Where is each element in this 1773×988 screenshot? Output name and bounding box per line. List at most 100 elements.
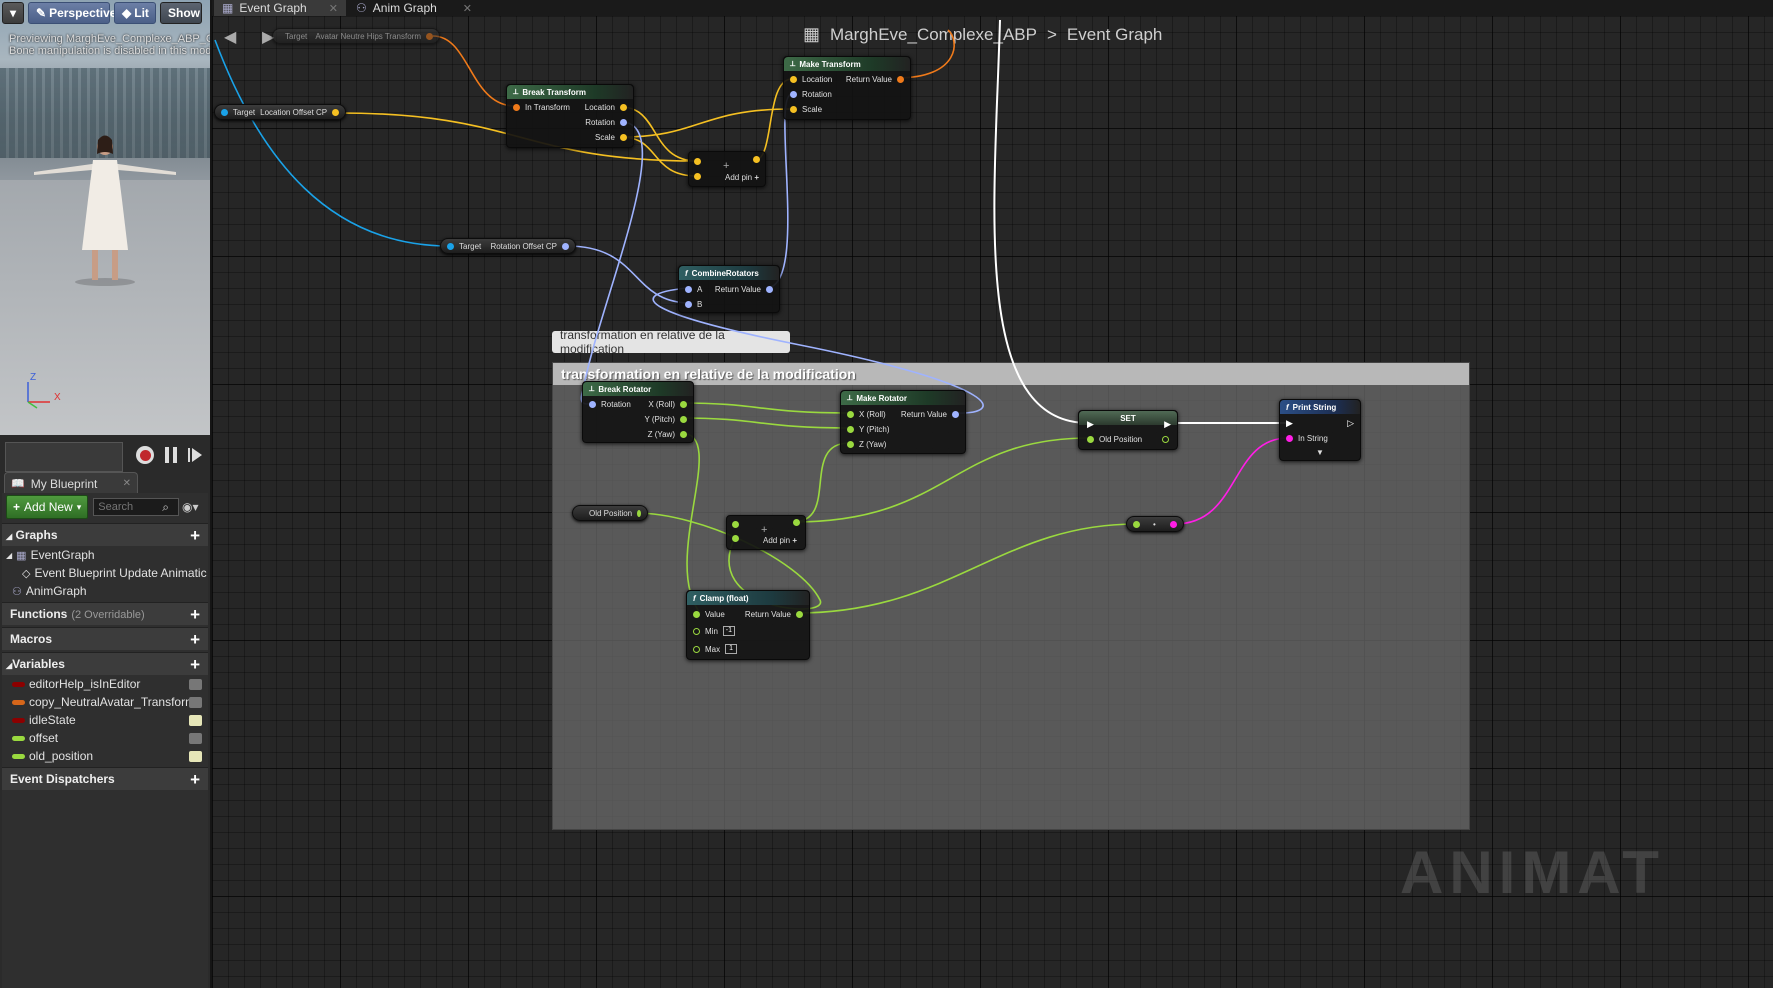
var-node-avatar-hips[interactable]: Target Avatar Neutre Hips Transform	[272, 28, 440, 44]
perspective-button[interactable]: ✎ Perspective	[28, 2, 116, 24]
min-value-input[interactable]: -1	[722, 626, 735, 636]
add-graph-button[interactable]: +	[190, 527, 200, 544]
visibility-eye-icon[interactable]	[189, 696, 202, 708]
pin-in-string[interactable]: In String	[1286, 434, 1328, 443]
event-dispatchers-section-header[interactable]: Event Dispatchers +	[2, 767, 208, 790]
variable-item[interactable]: copy_NeutralAvatar_Transform	[2, 693, 208, 711]
tab-my-blueprint[interactable]: 📖 My Blueprint ✕	[4, 472, 138, 494]
graphs-section-header[interactable]: ◢ Graphs +	[2, 523, 208, 546]
add-macro-button[interactable]: +	[190, 631, 200, 648]
pin-float-in[interactable]	[1133, 520, 1140, 528]
visibility-eye-icon[interactable]: ◉▾	[182, 500, 199, 514]
var-node-old-position[interactable]: Old Position	[572, 505, 648, 521]
pin-rotator-out[interactable]	[562, 242, 569, 250]
var-node-rotation-offset[interactable]: Target Rotation Offset CP	[440, 238, 576, 254]
pin-a-in[interactable]	[732, 521, 739, 528]
node-float-to-string[interactable]: •	[1126, 516, 1184, 532]
visibility-eye-icon[interactable]	[189, 678, 202, 690]
node-set-old-position[interactable]: SET ▶ ▶ Old Position	[1078, 410, 1178, 450]
exec-in-pin[interactable]: ▶	[1286, 418, 1293, 429]
pin-transform-out[interactable]	[426, 32, 433, 40]
pin-x-roll-out[interactable]: X (Roll)	[648, 400, 687, 409]
expand-arrow-icon[interactable]: ▼	[1316, 448, 1324, 457]
pin-return-value-out[interactable]: Return Value	[745, 610, 803, 619]
pin-return-value-out[interactable]: Return Value	[846, 75, 904, 84]
pin-a-in[interactable]	[694, 158, 701, 165]
tab-anim-graph[interactable]: ⚇ Anim Graph ✕	[348, 0, 480, 16]
exec-out-pin[interactable]: ▷	[1347, 418, 1354, 429]
pin-out[interactable]	[793, 519, 800, 526]
functions-section-header[interactable]: Functions (2 Overridable) +	[2, 602, 208, 625]
pin-b-in[interactable]: B	[685, 300, 702, 309]
exec-out-pin[interactable]: ▶	[1164, 419, 1171, 430]
pin-b-in[interactable]	[732, 535, 739, 542]
variable-item[interactable]: offset	[2, 729, 208, 747]
variable-item[interactable]: idleState	[2, 711, 208, 729]
add-new-button[interactable]: + Add New ▾	[6, 495, 89, 519]
pin-x-roll-in[interactable]: X (Roll)	[847, 410, 886, 419]
node-break-rotator[interactable]: ⟂ Break Rotator Rotation X (Roll) Y (Pitc…	[582, 381, 694, 443]
close-tab-icon[interactable]: ✕	[329, 2, 338, 15]
breadcrumb-graph[interactable]: Event Graph	[1067, 25, 1162, 45]
node-make-rotator[interactable]: ⟂ Make Rotator X (Roll) Y (Pitch) Z (Yaw)…	[840, 390, 966, 454]
pin-out[interactable]	[753, 156, 760, 163]
pin-scale-in[interactable]: Scale	[790, 105, 822, 114]
pin-a-in[interactable]: A	[685, 285, 702, 294]
pin-rotation-in[interactable]: Rotation	[589, 400, 631, 409]
close-tab-icon[interactable]: ✕	[123, 478, 131, 489]
variables-section-header[interactable]: ◢Variables +	[2, 652, 208, 675]
pin-vector-out[interactable]	[332, 108, 339, 116]
add-function-button[interactable]: +	[190, 606, 200, 623]
pin-return-value-out[interactable]: Return Value	[715, 285, 773, 294]
back-arrow-icon[interactable]: ◀	[224, 27, 236, 47]
search-icon[interactable]: ⌕	[162, 500, 169, 515]
add-pin-button[interactable]: Add pin +	[725, 173, 759, 182]
pin-target-in[interactable]	[221, 108, 228, 116]
pin-target-in[interactable]	[447, 242, 454, 250]
pin-location-in[interactable]: Location	[790, 75, 832, 84]
pin-z-yaw-out[interactable]: Z (Yaw)	[648, 430, 687, 439]
macros-section-header[interactable]: Macros +	[2, 627, 208, 650]
visibility-eye-icon[interactable]	[189, 750, 202, 762]
add-dispatcher-button[interactable]: +	[190, 771, 200, 788]
node-combine-rotators[interactable]: f CombineRotators A B Return Value	[678, 265, 780, 313]
pin-value-in[interactable]: Value	[693, 610, 725, 619]
var-node-location-offset[interactable]: Target Location Offset CP	[214, 104, 346, 120]
variable-item[interactable]: editorHelp_isInEditor	[2, 675, 208, 693]
add-pin-button[interactable]: Add pin +	[763, 536, 797, 545]
graph-item-event-update[interactable]: ◇ Event Blueprint Update Animatic	[2, 564, 208, 582]
pin-min-in[interactable]: Min -1	[693, 626, 735, 636]
exec-in-pin[interactable]: ▶	[1087, 419, 1094, 430]
pause-button[interactable]	[165, 447, 177, 463]
record-button[interactable]	[136, 446, 154, 464]
node-add-vector[interactable]: + Add pin +	[688, 151, 766, 187]
pin-string-out[interactable]	[1170, 520, 1177, 528]
pin-old-position-in[interactable]: Old Position	[1087, 435, 1142, 444]
pin-float-out[interactable]	[637, 509, 641, 517]
node-add-float[interactable]: + Add pin +	[726, 515, 806, 550]
node-clamp-float[interactable]: f Clamp (float) Value Min -1 Max 1 Return V…	[686, 590, 810, 660]
viewport-menu-button[interactable]: ▾	[2, 2, 24, 24]
pin-rotation-out[interactable]: Rotation	[585, 118, 627, 127]
comment-bubble[interactable]: transformation en relative de la modific…	[552, 328, 790, 356]
pin-y-pitch-out[interactable]: Y (Pitch)	[644, 415, 687, 424]
max-value-input[interactable]: 1	[725, 644, 738, 654]
graph-item-eventgraph[interactable]: ◢ ▦ EventGraph	[2, 546, 208, 564]
pin-rotation-in[interactable]: Rotation	[790, 90, 832, 99]
visibility-eye-icon[interactable]	[189, 714, 202, 726]
add-variable-button[interactable]: +	[190, 656, 200, 673]
node-make-transform[interactable]: ⟂ Make Transform Location Rotation Scale …	[783, 56, 911, 120]
pin-scale-out[interactable]: Scale	[595, 133, 627, 142]
pin-z-yaw-in[interactable]: Z (Yaw)	[847, 440, 886, 449]
timeline-scrubber[interactable]	[5, 442, 123, 472]
node-break-transform[interactable]: ⟂ Break Transform In Transform Location R…	[506, 84, 634, 148]
lit-button[interactable]: ◆ Lit	[114, 2, 156, 24]
preview-viewport[interactable]: ▾ ✎ Perspective ◆ Lit Show Previewing Marg…	[0, 0, 210, 480]
node-print-string[interactable]: f Print String ▶ ▷ In String ▼	[1279, 399, 1361, 461]
graph-item-animgraph[interactable]: ⚇ AnimGraph	[2, 582, 208, 600]
show-button[interactable]: Show	[160, 2, 202, 24]
pin-old-position-out[interactable]	[1162, 436, 1169, 443]
breadcrumb-blueprint[interactable]: MarghEve_Complexe_ABP	[830, 25, 1037, 45]
visibility-eye-icon[interactable]	[189, 732, 202, 744]
variable-item[interactable]: old_position	[2, 747, 208, 765]
